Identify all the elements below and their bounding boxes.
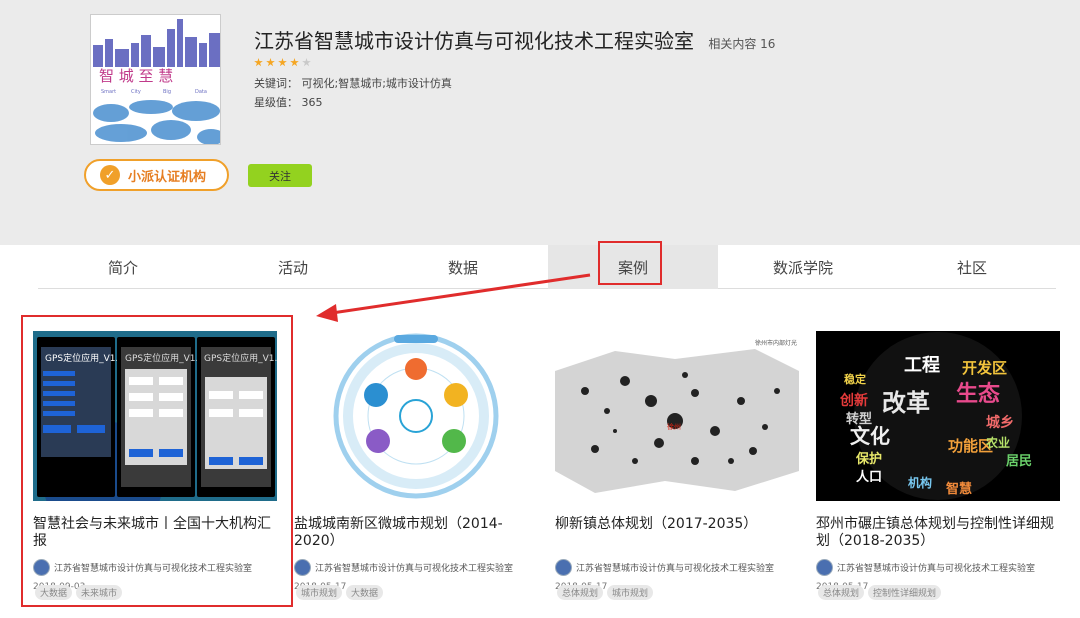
map-caption: 徐州市内部灯光 [755,339,797,347]
word: 生态 [956,381,1000,407]
keywords: 关键词： 可视化;智慧城市;城市设计仿真 [254,77,452,90]
org-logo: 智 城 至 慧 Smart City Big Data [90,14,221,145]
card-highlight-box [21,315,293,607]
org-title: 江苏省智慧城市设计仿真与可视化技术工程实验室 相关内容 16 [254,25,775,54]
word: 文化 [850,424,890,448]
star-empty-icon [302,58,311,67]
logo-subtext-4: Data [195,89,207,95]
org-title-text: 江苏省智慧城市设计仿真与可视化技术工程实验室 [254,29,694,53]
tab-highlight-box [598,241,662,285]
case-card[interactable]: 工程 开发区 生态 改革 文化 创新 功能区 居民 保护 转型 稳定 人口 机构… [816,331,1060,616]
author-name: 江苏省智慧城市设计仿真与可视化技术工程实验室 [837,564,1036,574]
org-header: 智 城 至 慧 Smart City Big Data 江苏省智慧城市设计仿真与… [0,0,1080,245]
logo-char-1: 智 城 至 慧 [99,67,173,85]
tab-intro[interactable]: 简介 [38,245,208,289]
star-icon [254,58,263,67]
case-author[interactable]: 江苏省智慧城市设计仿真与可视化技术工程实验室 [294,559,538,576]
certified-label: 小派认证机构 [128,169,207,185]
tab-data[interactable]: 数据 [378,245,548,289]
tab-bar: 简介 活动 数据 案例 数派学院 社区 [38,245,1056,289]
word: 转型 [846,411,872,427]
author-avatar [816,559,833,576]
tag[interactable]: 控制性详细规划 [868,585,942,600]
word: 农业 [985,435,1010,450]
case-title[interactable]: 柳新镇总体规划（2017-2035） [555,516,799,533]
logo-subtext-1: Smart [101,89,116,95]
follow-button[interactable]: 关注 [248,164,312,187]
author-avatar [555,559,572,576]
tab-academy[interactable]: 数派学院 [718,245,888,289]
word: 稳定 [844,372,866,386]
rating-stars [254,58,311,67]
tag[interactable]: 大数据 [346,585,384,600]
star-icon [278,58,287,67]
author-name: 江苏省智慧城市设计仿真与可视化技术工程实验室 [576,564,775,574]
logo-subtext-3: Big [163,89,171,95]
case-tags: 总体规划 城市规划 [557,585,654,600]
case-title[interactable]: 盐城城南新区微城市规划（2014-2020） [294,516,538,550]
case-thumbnail[interactable]: 徐州市内部灯光 徐州 [555,331,799,501]
word: 机构 [908,475,932,490]
related-count[interactable]: 相关内容 16 [708,37,775,51]
logo-subtext-2: City [131,89,141,95]
star-icon [290,58,299,67]
word: 保护 [855,451,882,467]
tag[interactable]: 总体规划 [557,585,604,600]
word: 工程 [904,355,940,376]
case-card[interactable]: 徐州市内部灯光 徐州 柳新镇总体规划（2017-2035） 江苏省智慧城市设计仿… [555,331,799,616]
tab-community[interactable]: 社区 [888,245,1056,289]
case-tags: 总体规划 控制性详细规划 [818,585,942,600]
map-city-label: 徐州 [667,422,681,431]
tag[interactable]: 总体规划 [818,585,865,600]
tag[interactable]: 城市规划 [296,585,343,600]
case-card[interactable]: 盐城城南新区微城市规划（2014-2020） 江苏省智慧城市设计仿真与可视化技术… [294,331,538,616]
tag[interactable]: 城市规划 [607,585,654,600]
word: 智慧 [946,481,972,497]
case-title[interactable]: 邳州市碾庄镇总体规划与控制性详细规划（2018-2035） [816,516,1060,550]
word: 开发区 [962,359,1007,377]
word: 改革 [882,389,930,417]
star-value: 星级值： 365 [254,96,323,109]
certified-badge[interactable]: ✓ 小派认证机构 [84,159,229,191]
case-author[interactable]: 江苏省智慧城市设计仿真与可视化技术工程实验室 [816,559,1060,576]
case-thumbnail[interactable]: 工程 开发区 生态 改革 文化 创新 功能区 居民 保护 转型 稳定 人口 机构… [816,331,1060,501]
word: 人口 [856,469,882,485]
author-name: 江苏省智慧城市设计仿真与可视化技术工程实验室 [315,564,514,574]
star-icon [266,58,275,67]
case-author[interactable]: 江苏省智慧城市设计仿真与可视化技术工程实验室 [555,559,799,576]
tab-activity[interactable]: 活动 [208,245,378,289]
word: 城乡 [986,414,1014,431]
case-thumbnail[interactable] [294,331,538,501]
checkmark-icon: ✓ [100,165,120,185]
word: 创新 [839,392,868,409]
word: 居民 [1006,454,1032,469]
case-tags: 城市规划 大数据 [296,585,384,600]
author-avatar [294,559,311,576]
